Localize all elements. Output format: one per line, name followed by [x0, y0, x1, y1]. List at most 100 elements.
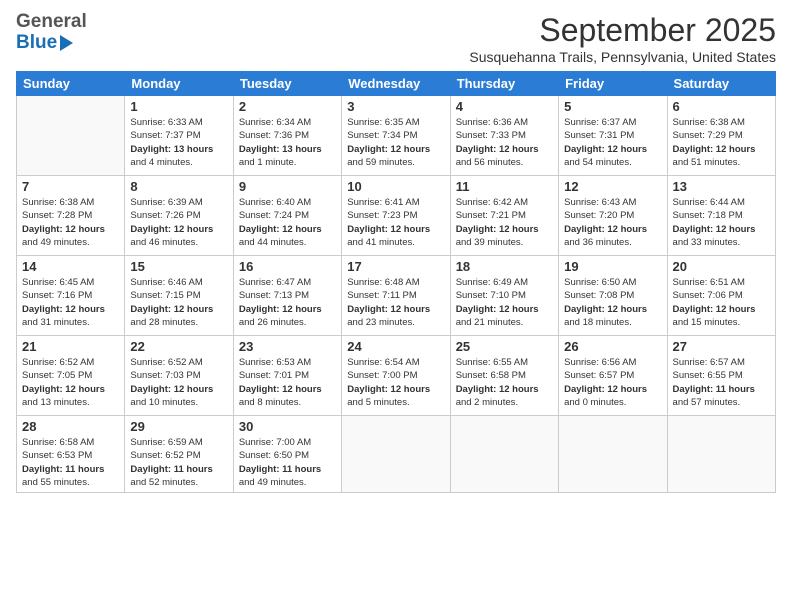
day-number: 8 — [130, 179, 227, 194]
day-number: 21 — [22, 339, 119, 354]
day-info: Sunrise: 6:44 AMSunset: 7:18 PMDaylight:… — [673, 196, 770, 249]
day-number: 4 — [456, 99, 553, 114]
day-number: 30 — [239, 419, 336, 434]
day-number: 17 — [347, 259, 444, 274]
calendar-cell: 7 Sunrise: 6:38 AMSunset: 7:28 PMDaylight… — [17, 176, 125, 256]
calendar-cell: 9 Sunrise: 6:40 AMSunset: 7:24 PMDaylight… — [233, 176, 341, 256]
day-info: Sunrise: 6:36 AMSunset: 7:33 PMDaylight:… — [456, 116, 553, 169]
day-number: 28 — [22, 419, 119, 434]
weekday-header-friday: Friday — [559, 72, 667, 96]
day-number: 14 — [22, 259, 119, 274]
day-number: 24 — [347, 339, 444, 354]
calendar-body: 1 Sunrise: 6:33 AMSunset: 7:37 PMDaylight… — [17, 96, 776, 493]
day-info: Sunrise: 6:42 AMSunset: 7:21 PMDaylight:… — [456, 196, 553, 249]
week-row-2: 7 Sunrise: 6:38 AMSunset: 7:28 PMDaylight… — [17, 176, 776, 256]
calendar-cell — [667, 416, 775, 493]
logo-general: General — [16, 12, 87, 33]
weekday-header-sunday: Sunday — [17, 72, 125, 96]
day-info: Sunrise: 6:45 AMSunset: 7:16 PMDaylight:… — [22, 276, 119, 329]
logo-blue: Blue — [16, 33, 57, 54]
calendar-cell: 14 Sunrise: 6:45 AMSunset: 7:16 PMDayligh… — [17, 256, 125, 336]
title-block: September 2025 Susquehanna Trails, Penns… — [469, 12, 776, 65]
calendar-cell: 17 Sunrise: 6:48 AMSunset: 7:11 PMDayligh… — [342, 256, 450, 336]
weekday-header-thursday: Thursday — [450, 72, 558, 96]
day-info: Sunrise: 6:38 AMSunset: 7:29 PMDaylight:… — [673, 116, 770, 169]
day-info: Sunrise: 6:52 AMSunset: 7:03 PMDaylight:… — [130, 356, 227, 409]
weekday-header-monday: Monday — [125, 72, 233, 96]
day-number: 13 — [673, 179, 770, 194]
day-number: 1 — [130, 99, 227, 114]
month-title: September 2025 — [469, 12, 776, 49]
day-number: 11 — [456, 179, 553, 194]
calendar-cell: 23 Sunrise: 6:53 AMSunset: 7:01 PMDayligh… — [233, 336, 341, 416]
day-info: Sunrise: 6:33 AMSunset: 7:37 PMDaylight:… — [130, 116, 227, 169]
calendar-cell: 16 Sunrise: 6:47 AMSunset: 7:13 PMDayligh… — [233, 256, 341, 336]
calendar-cell: 27 Sunrise: 6:57 AMSunset: 6:55 PMDayligh… — [667, 336, 775, 416]
day-info: Sunrise: 6:38 AMSunset: 7:28 PMDaylight:… — [22, 196, 119, 249]
day-number: 26 — [564, 339, 661, 354]
day-number: 27 — [673, 339, 770, 354]
day-info: Sunrise: 6:40 AMSunset: 7:24 PMDaylight:… — [239, 196, 336, 249]
calendar-cell: 10 Sunrise: 6:41 AMSunset: 7:23 PMDayligh… — [342, 176, 450, 256]
day-info: Sunrise: 6:51 AMSunset: 7:06 PMDaylight:… — [673, 276, 770, 329]
weekday-header-tuesday: Tuesday — [233, 72, 341, 96]
calendar-cell: 12 Sunrise: 6:43 AMSunset: 7:20 PMDayligh… — [559, 176, 667, 256]
calendar-cell: 19Sunrise: 6:50 AMSunset: 7:08 PMDayligh… — [559, 256, 667, 336]
day-info: Sunrise: 6:47 AMSunset: 7:13 PMDaylight:… — [239, 276, 336, 329]
calendar-cell: 24Sunrise: 6:54 AMSunset: 7:00 PMDayligh… — [342, 336, 450, 416]
day-info: Sunrise: 6:35 AMSunset: 7:34 PMDaylight:… — [347, 116, 444, 169]
calendar-cell: 4 Sunrise: 6:36 AMSunset: 7:33 PMDaylight… — [450, 96, 558, 176]
day-number: 20 — [673, 259, 770, 274]
calendar-cell: 1 Sunrise: 6:33 AMSunset: 7:37 PMDaylight… — [125, 96, 233, 176]
day-number: 29 — [130, 419, 227, 434]
day-number: 3 — [347, 99, 444, 114]
weekday-header-wednesday: Wednesday — [342, 72, 450, 96]
calendar-cell: 26Sunrise: 6:56 AMSunset: 6:57 PMDayligh… — [559, 336, 667, 416]
calendar-cell: 25Sunrise: 6:55 AMSunset: 6:58 PMDayligh… — [450, 336, 558, 416]
day-info: Sunrise: 6:48 AMSunset: 7:11 PMDaylight:… — [347, 276, 444, 329]
page: General Blue September 2025 Susquehanna … — [0, 0, 792, 612]
calendar-cell — [17, 96, 125, 176]
day-number: 5 — [564, 99, 661, 114]
day-number: 7 — [22, 179, 119, 194]
calendar-cell: 2Sunrise: 6:34 AMSunset: 7:36 PMDaylight… — [233, 96, 341, 176]
calendar: SundayMondayTuesdayWednesdayThursdayFrid… — [16, 71, 776, 493]
weekday-header-saturday: Saturday — [667, 72, 775, 96]
calendar-cell — [450, 416, 558, 493]
day-info: Sunrise: 6:39 AMSunset: 7:26 PMDaylight:… — [130, 196, 227, 249]
day-number: 6 — [673, 99, 770, 114]
calendar-cell: 15Sunrise: 6:46 AMSunset: 7:15 PMDayligh… — [125, 256, 233, 336]
day-info: Sunrise: 6:53 AMSunset: 7:01 PMDaylight:… — [239, 356, 336, 409]
header: General Blue September 2025 Susquehanna … — [16, 12, 776, 65]
calendar-cell: 8 Sunrise: 6:39 AMSunset: 7:26 PMDaylight… — [125, 176, 233, 256]
day-info: Sunrise: 6:57 AMSunset: 6:55 PMDaylight:… — [673, 356, 770, 409]
day-number: 12 — [564, 179, 661, 194]
day-info: Sunrise: 6:52 AMSunset: 7:05 PMDaylight:… — [22, 356, 119, 409]
day-number: 9 — [239, 179, 336, 194]
weekday-header-row: SundayMondayTuesdayWednesdayThursdayFrid… — [17, 72, 776, 96]
calendar-cell: 20 Sunrise: 6:51 AMSunset: 7:06 PMDayligh… — [667, 256, 775, 336]
calendar-cell: 3 Sunrise: 6:35 AMSunset: 7:34 PMDaylight… — [342, 96, 450, 176]
calendar-cell: 6 Sunrise: 6:38 AMSunset: 7:29 PMDaylight… — [667, 96, 775, 176]
day-info: Sunrise: 6:43 AMSunset: 7:20 PMDaylight:… — [564, 196, 661, 249]
week-row-1: 1 Sunrise: 6:33 AMSunset: 7:37 PMDaylight… — [17, 96, 776, 176]
day-number: 25 — [456, 339, 553, 354]
day-info: Sunrise: 6:41 AMSunset: 7:23 PMDaylight:… — [347, 196, 444, 249]
day-number: 19 — [564, 259, 661, 274]
week-row-3: 14 Sunrise: 6:45 AMSunset: 7:16 PMDayligh… — [17, 256, 776, 336]
week-row-5: 28Sunrise: 6:58 AMSunset: 6:53 PMDayligh… — [17, 416, 776, 493]
calendar-cell: 11 Sunrise: 6:42 AMSunset: 7:21 PMDayligh… — [450, 176, 558, 256]
calendar-cell — [342, 416, 450, 493]
day-number: 10 — [347, 179, 444, 194]
day-number: 2 — [239, 99, 336, 114]
day-number: 16 — [239, 259, 336, 274]
day-number: 23 — [239, 339, 336, 354]
day-info: Sunrise: 6:49 AMSunset: 7:10 PMDaylight:… — [456, 276, 553, 329]
calendar-cell: 22Sunrise: 6:52 AMSunset: 7:03 PMDayligh… — [125, 336, 233, 416]
day-info: Sunrise: 6:37 AMSunset: 7:31 PMDaylight:… — [564, 116, 661, 169]
calendar-cell: 28Sunrise: 6:58 AMSunset: 6:53 PMDayligh… — [17, 416, 125, 493]
day-info: Sunrise: 6:46 AMSunset: 7:15 PMDaylight:… — [130, 276, 227, 329]
calendar-cell: 18Sunrise: 6:49 AMSunset: 7:10 PMDayligh… — [450, 256, 558, 336]
calendar-cell: 13 Sunrise: 6:44 AMSunset: 7:18 PMDayligh… — [667, 176, 775, 256]
calendar-cell: 5 Sunrise: 6:37 AMSunset: 7:31 PMDaylight… — [559, 96, 667, 176]
